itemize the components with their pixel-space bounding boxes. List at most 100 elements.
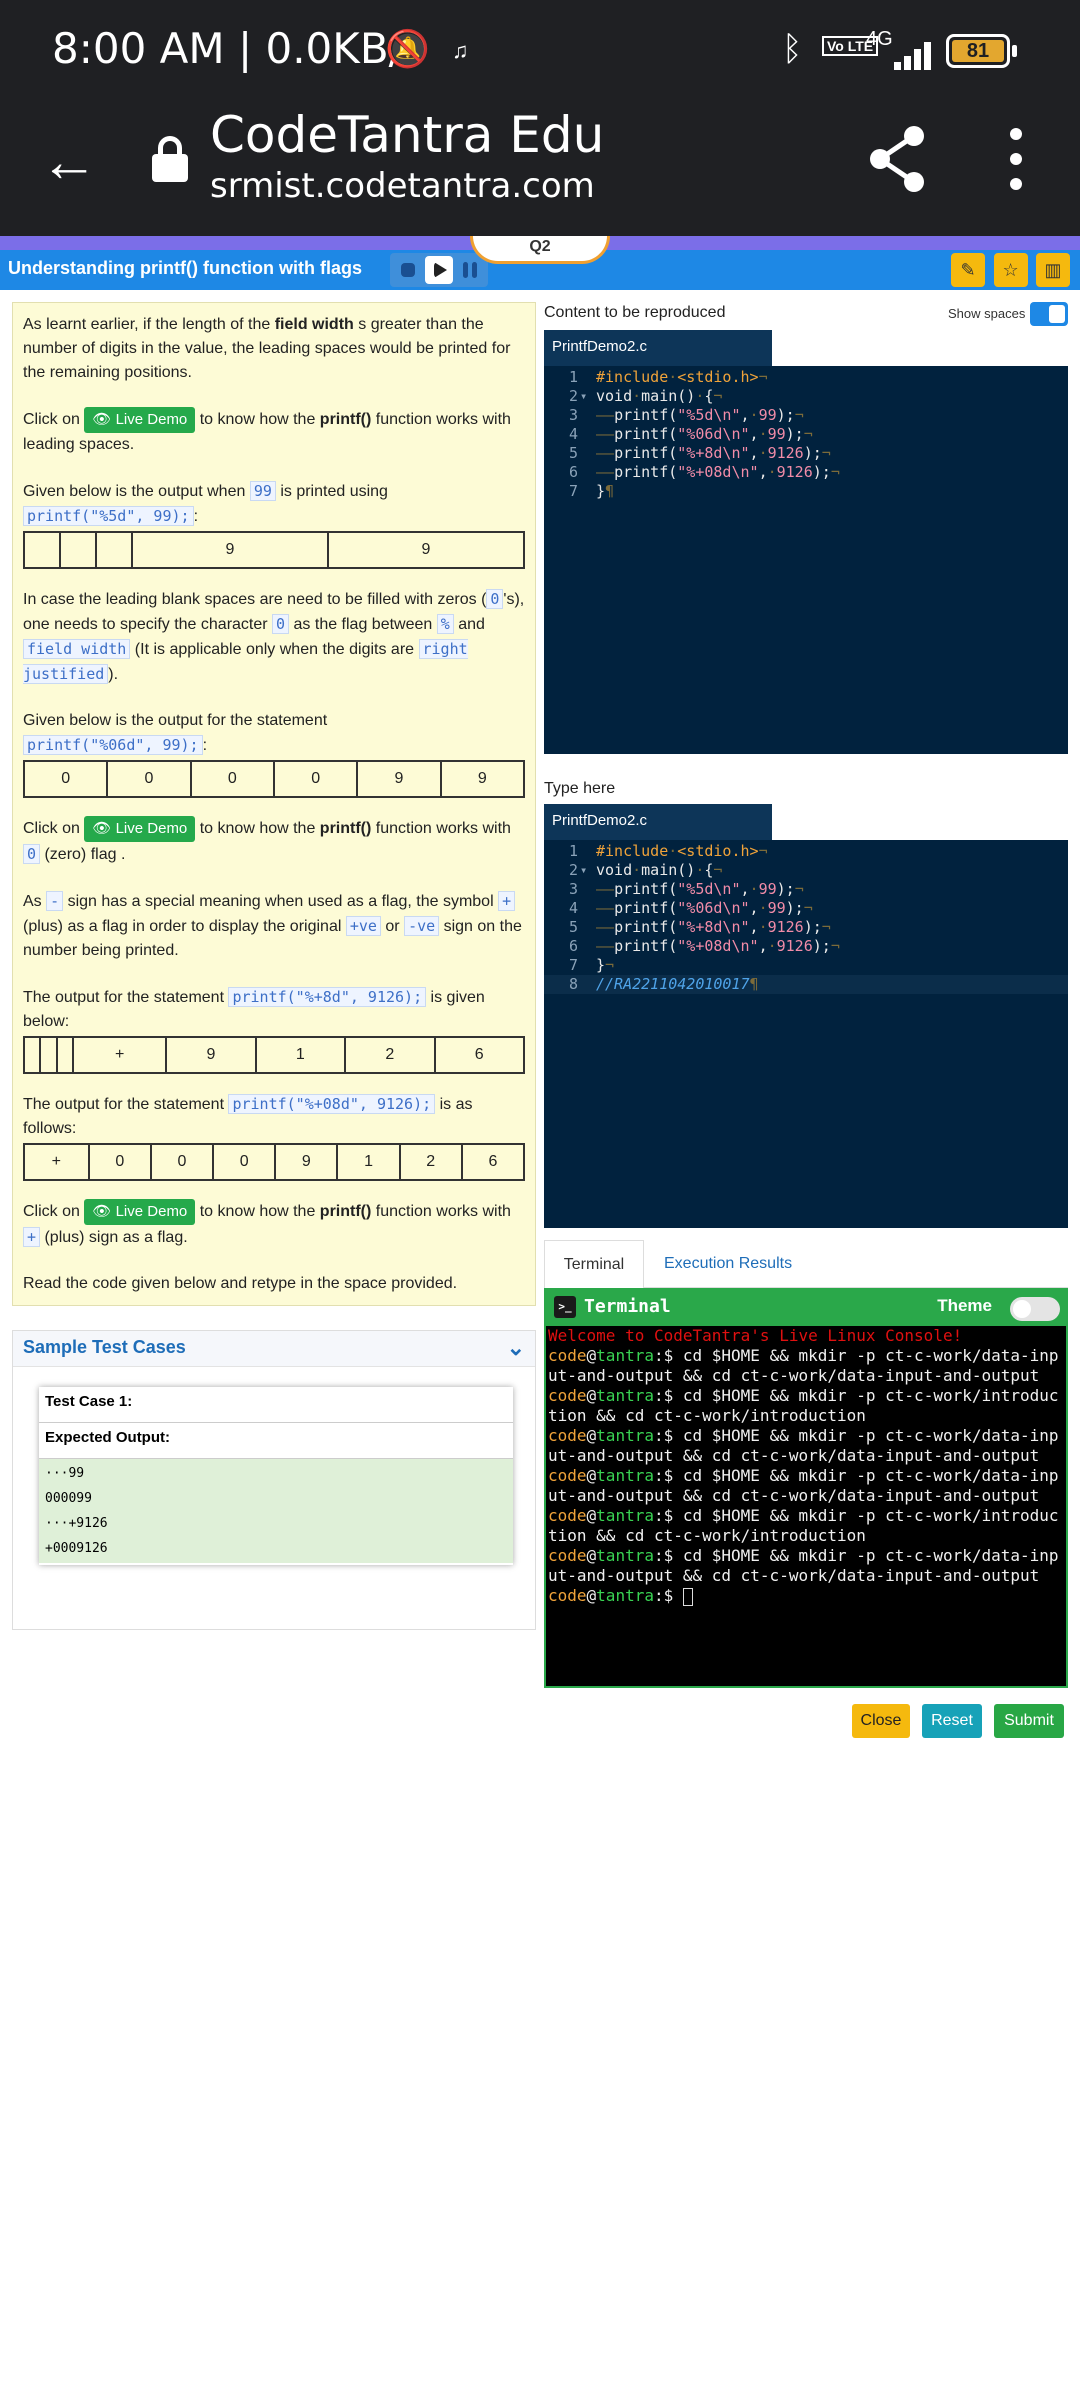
lesson-text: As (23, 893, 47, 910)
mute-icon: 🔕 (385, 28, 430, 69)
share-icon[interactable] (868, 124, 928, 194)
inline-code: 99 (249, 481, 276, 501)
table-cell: + (23, 1143, 90, 1181)
terminal-line: code@tantra:$ cd $HOME && mkdir -p ct-c-… (548, 1386, 1059, 1425)
table-cell: 2 (344, 1036, 436, 1074)
sample-test-cases-header[interactable]: Sample Test Cases ⌄ (13, 1331, 535, 1367)
lock-icon[interactable] (150, 136, 190, 182)
status-time: 8:00 AM | 0.0KB/s (52, 24, 425, 73)
lesson-text: function works with (371, 1203, 511, 1220)
lesson-text: sign has a special meaning when used as … (63, 893, 499, 910)
table-cell: 0 (149, 1143, 215, 1181)
terminal-panel[interactable]: >_ Terminal Theme Welcome to CodeTantra's… (544, 1288, 1068, 1688)
play-button[interactable] (425, 256, 453, 284)
lesson-text: Click on (23, 411, 80, 428)
more-menu-icon[interactable] (1010, 124, 1022, 194)
lesson-bold: printf() (319, 820, 372, 837)
chevron-down-icon[interactable]: ⌄ (507, 1335, 525, 1361)
lesson-paragraph: As - sign has a special meaning when use… (23, 889, 525, 963)
lesson-paragraph: As learnt earlier, if the length of the … (23, 313, 525, 385)
terminal-output[interactable]: Welcome to CodeTantra's Live Linux Conso… (546, 1326, 1066, 1606)
star-icon[interactable]: ☆ (993, 253, 1028, 287)
code-line: 2 ▾ void·main()·{¬ (568, 387, 723, 405)
reset-button[interactable]: Reset (922, 1704, 982, 1738)
stop-button[interactable] (394, 256, 422, 284)
question-number-tab[interactable]: Q2 (470, 236, 610, 264)
output-table-3: +9 1 2 6 (22, 1036, 525, 1074)
lesson-text: to know how the (195, 820, 320, 837)
close-button[interactable]: Close (852, 1704, 910, 1738)
lesson-paragraph: Read the code given below and retype in … (23, 1272, 525, 1296)
prompt-user: code (548, 1346, 587, 1365)
test-case-label: Test Case 1: (39, 1387, 513, 1423)
live-demo-label: Live Demo (115, 1203, 188, 1220)
terminal-line: code@tantra:$ (548, 1586, 693, 1606)
eye-icon: 👁 (92, 411, 112, 428)
back-arrow-icon[interactable]: ← (40, 128, 98, 195)
lesson-text: Click on (23, 1203, 80, 1220)
bar-chart-icon[interactable]: ▥ (1036, 253, 1070, 287)
battery-level: 81 (952, 40, 1004, 62)
table-cell: 2 (398, 1143, 463, 1181)
answer-file-tab[interactable]: PrintfDemo2.c (544, 804, 772, 840)
page-title: CodeTantra Edu (210, 106, 605, 164)
lesson-text: The output for the statement (23, 1096, 229, 1113)
show-spaces-toggle[interactable] (1030, 302, 1068, 326)
terminal-line: code@tantra:$ cd $HOME && mkdir -p ct-c-… (548, 1546, 1059, 1585)
table-cell: 9 (130, 531, 329, 569)
reference-file-tab[interactable]: PrintfDemo2.c (544, 330, 772, 366)
terminal-icon: >_ (554, 1296, 576, 1318)
inline-code: printf("%06d", 99); (23, 735, 203, 755)
output-line: +0009126 (45, 1541, 108, 1556)
code-line[interactable]: 3 ——printf("%5d\n",·99);¬ (544, 880, 1068, 899)
lesson-bold: printf() (319, 411, 372, 428)
terminal-cursor[interactable] (682, 1587, 693, 1606)
lesson-text: to know how the (195, 411, 320, 428)
signal-icon (880, 40, 931, 70)
code-line: 7}¶ (568, 482, 615, 500)
pencil-icon[interactable]: ✎ (951, 253, 986, 287)
reference-code-editor: 1 #include·<stdio.h>¬ 2 ▾ void·main()·{¬ 3—… (544, 366, 1068, 754)
table-cell: 6 (460, 1143, 526, 1181)
theme-toggle[interactable] (1010, 1297, 1060, 1321)
lesson-text: (It is applicable only when the digits a… (130, 641, 419, 658)
inline-code: printf("%5d", 99); (23, 506, 194, 526)
inline-code: 0 (272, 614, 290, 634)
table-cell: 0 (189, 760, 275, 798)
lesson-text: or (380, 918, 405, 935)
terminal-line: code@tantra:$ cd $HOME && mkdir -p ct-c-… (548, 1466, 1059, 1505)
submit-button[interactable]: Submit (994, 1704, 1064, 1738)
code-line[interactable]: 5 ——printf("%+8d\n",·9126);¬ (544, 918, 1068, 937)
live-demo-button[interactable]: 👁 Live Demo (84, 816, 196, 842)
code-line[interactable]: 4 ——printf("%06d\n",·99);¬ (544, 899, 1068, 918)
lesson-paragraph: The output for the statement printf("%+0… (23, 1092, 525, 1141)
lesson-paragraph: Click on 👁 Live Demo to know how the pri… (23, 407, 525, 457)
eye-icon: 👁 (92, 820, 112, 837)
inline-code: + (23, 1227, 41, 1247)
code-line[interactable]: 1 #include·<stdio.h>¬ (544, 842, 1068, 861)
lesson-text: As learnt earlier, if the length of the (23, 316, 275, 333)
code-line[interactable]: 2 ▾ void·main()·{¬ (544, 861, 1068, 880)
page-url[interactable]: srmist.codetantra.com (210, 166, 595, 206)
answer-code-editor[interactable]: 1 #include·<stdio.h>¬ 2 ▾ void·main()·{¬ 3—… (544, 840, 1068, 1228)
prompt-user: code (548, 1586, 587, 1605)
tab-terminal[interactable]: Terminal (544, 1240, 644, 1288)
header-tools: ✎ ☆ ▥ (947, 253, 1070, 287)
status-bar: 8:00 AM | 0.0KB/s 🔕 ♫ ᛒ Vo LTE 4G 81 (0, 0, 1080, 100)
prompt-symbol: :$ (653, 1586, 674, 1605)
pause-button[interactable] (456, 256, 484, 284)
bluetooth-icon: ᛒ (782, 30, 803, 68)
lesson-text: function works with (371, 820, 511, 837)
live-demo-button[interactable]: 👁 Live Demo (84, 407, 196, 433)
show-spaces-label: Show spaces (948, 306, 1026, 321)
tab-execution-results[interactable]: Execution Results (664, 1240, 792, 1288)
live-demo-button[interactable]: 👁 Live Demo (84, 1199, 196, 1225)
code-line-active[interactable]: 8//RA2211042010017¶ (544, 975, 1068, 994)
table-cell (22, 1036, 42, 1074)
code-line[interactable]: 6 ——printf("%+08d\n",·9126);¬ (544, 937, 1068, 956)
lesson-text: Click on (23, 820, 80, 837)
code-line[interactable]: 7}¬ (544, 956, 1068, 975)
inline-code: 0 (486, 589, 504, 609)
comment-text: //RA2211042010017 (596, 975, 750, 993)
lesson-text: is printed using (275, 483, 388, 500)
